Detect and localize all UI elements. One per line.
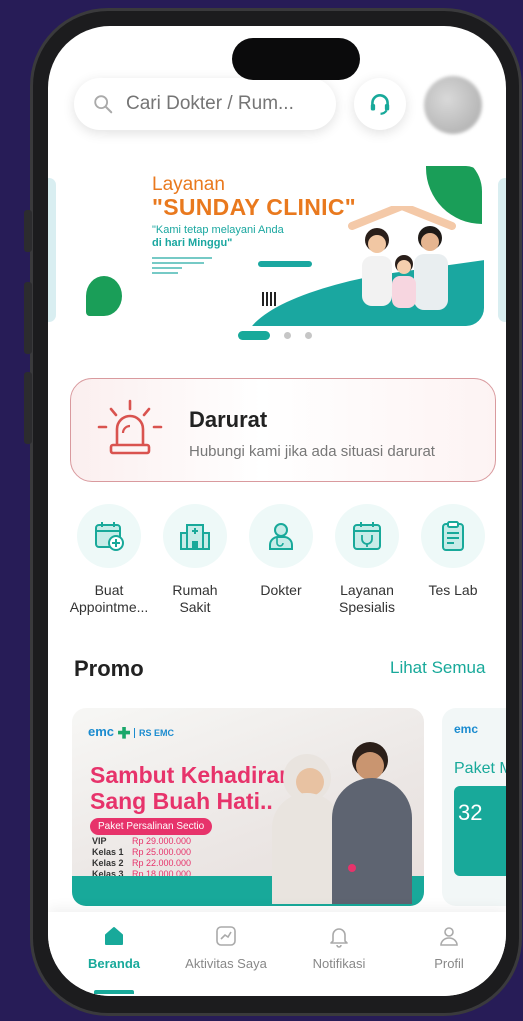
emergency-title: Darurat xyxy=(189,407,268,432)
specialist-calendar-icon xyxy=(353,522,381,550)
price-value: Rp 22.000.000 xyxy=(132,858,192,868)
promo-headline: Paket M xyxy=(454,760,506,777)
calendar-add-icon xyxy=(95,522,124,551)
emergency-card[interactable]: Darurat Hubungi kami jika ada situasi da… xyxy=(70,378,496,482)
menu-item-doctor[interactable]: Dokter xyxy=(238,504,324,599)
emc-logo: emc RS EMC xyxy=(88,724,175,739)
nav-item-profile[interactable]: Profil xyxy=(424,924,474,971)
activity-chart-icon xyxy=(216,926,236,946)
emc-logo-hospital: RS EMC xyxy=(134,728,175,738)
banner-tagline-line2: di hari Minggu" xyxy=(152,237,233,249)
price-row: VIP Rp 29.000.000 xyxy=(92,836,191,847)
dynamic-island xyxy=(232,38,360,80)
emc-logo-brand: emc xyxy=(88,724,115,739)
pagination-dot[interactable] xyxy=(284,332,291,339)
headset-icon xyxy=(370,94,390,115)
bottom-navigation: Beranda Aktivitas Saya Notifikasi Profil xyxy=(48,912,506,996)
app-screen: Layanan "SUNDAY CLINIC" "Kami tetap mela… xyxy=(48,26,506,996)
nav-item-activity[interactable]: Aktivitas Saya xyxy=(176,924,276,971)
nav-label: Profil xyxy=(434,956,464,971)
banner-schedule-info xyxy=(258,258,312,292)
couple-photo xyxy=(272,742,412,904)
banner-prev-peek[interactable] xyxy=(48,178,56,322)
home-icon xyxy=(105,927,123,945)
promo-section-title: Promo xyxy=(74,656,144,681)
promo-card-maternity[interactable]: emc RS EMC Sambut Kehadiran Sang Buah Hat… xyxy=(72,708,424,906)
nav-label: Aktivitas Saya xyxy=(185,956,267,971)
siren-icon xyxy=(97,399,163,455)
pagination-dot[interactable] xyxy=(305,332,312,339)
active-tab-indicator xyxy=(94,990,134,994)
user-icon xyxy=(440,927,458,946)
menu-item-label: Buat Appointme... xyxy=(69,582,149,615)
promo-card-mcu[interactable]: emc Paket M 32 xyxy=(442,708,506,906)
price-value: Rp 25.000.000 xyxy=(132,847,192,857)
hospital-icon xyxy=(180,524,210,550)
menu-item-lab-test[interactable]: Tes Lab xyxy=(410,504,496,599)
nav-label: Notifikasi xyxy=(312,956,366,971)
promo-package-badge: Paket Persalinan Sectio xyxy=(90,818,213,835)
banner-service-list xyxy=(152,254,212,277)
search-icon xyxy=(94,95,113,114)
price-row: Kelas 2 Rp 22.000.000 xyxy=(92,858,191,869)
menu-item-specialist[interactable]: Layanan Spesialis xyxy=(324,504,410,616)
bell-icon xyxy=(330,928,348,948)
banner-title-line2: "SUNDAY CLINIC" xyxy=(152,194,356,220)
price-class: Kelas 2 xyxy=(92,858,124,868)
menu-item-label: Tes Lab xyxy=(428,582,478,598)
avatar[interactable] xyxy=(424,76,482,134)
quick-menu: Buat Appointme... Rumah Sakit Dokter Lay… xyxy=(66,504,496,644)
banner-pagination[interactable] xyxy=(238,331,312,340)
family-photo xyxy=(348,206,456,310)
nav-item-home[interactable]: Beranda xyxy=(76,924,152,971)
see-all-promo-link[interactable]: Lihat Semua xyxy=(390,658,485,678)
banner-next-peek[interactable] xyxy=(498,178,506,322)
banner-sunday-clinic[interactable]: Layanan "SUNDAY CLINIC" "Kami tetap mela… xyxy=(72,166,484,326)
emc-logo: emc xyxy=(454,722,479,736)
clipboard-icon xyxy=(442,521,464,551)
nav-label: Beranda xyxy=(87,956,141,971)
banner-tagline-line1: "Kami tetap melayani Anda xyxy=(152,224,284,236)
phone-side-button xyxy=(24,210,32,252)
banner-title-line1: Layanan xyxy=(152,174,225,195)
phone-volume-up-button xyxy=(24,282,32,354)
qr-code-icon xyxy=(262,292,276,306)
banner-tagline: "Kami tetap melayani Anda di hari Minggu… xyxy=(152,224,302,250)
price-row: Kelas 1 Rp 25.000.000 xyxy=(92,847,191,858)
menu-item-label: Rumah Sakit xyxy=(172,582,218,615)
menu-item-label: Dokter xyxy=(260,582,302,598)
doctor-icon xyxy=(269,523,293,550)
promo-price-list: VIP Rp 29.000.000 Kelas 1 Rp 25.000.000 Ke… xyxy=(92,836,191,880)
customer-service-button[interactable] xyxy=(354,78,406,130)
promo-price-box: 32 xyxy=(454,786,506,876)
emergency-subtitle: Hubungi kami jika ada situasi darurat xyxy=(189,443,435,460)
banner-leaf-icon xyxy=(86,276,122,316)
search-input[interactable] xyxy=(126,93,326,115)
pagination-dot-active[interactable] xyxy=(238,331,270,340)
phone-volume-down-button xyxy=(24,372,32,444)
menu-item-label: Layanan Spesialis xyxy=(338,582,396,615)
search-bar[interactable] xyxy=(74,78,336,130)
menu-item-hospital[interactable]: Rumah Sakit xyxy=(152,504,238,616)
promo-price: 32 xyxy=(458,800,483,825)
price-class: Kelas 1 xyxy=(92,847,124,857)
price-class: VIP xyxy=(92,836,107,846)
nav-item-notifications[interactable]: Notifikasi xyxy=(304,924,374,971)
menu-item-appointment[interactable]: Buat Appointme... xyxy=(66,504,152,616)
price-value: Rp 29.000.000 xyxy=(132,836,192,846)
